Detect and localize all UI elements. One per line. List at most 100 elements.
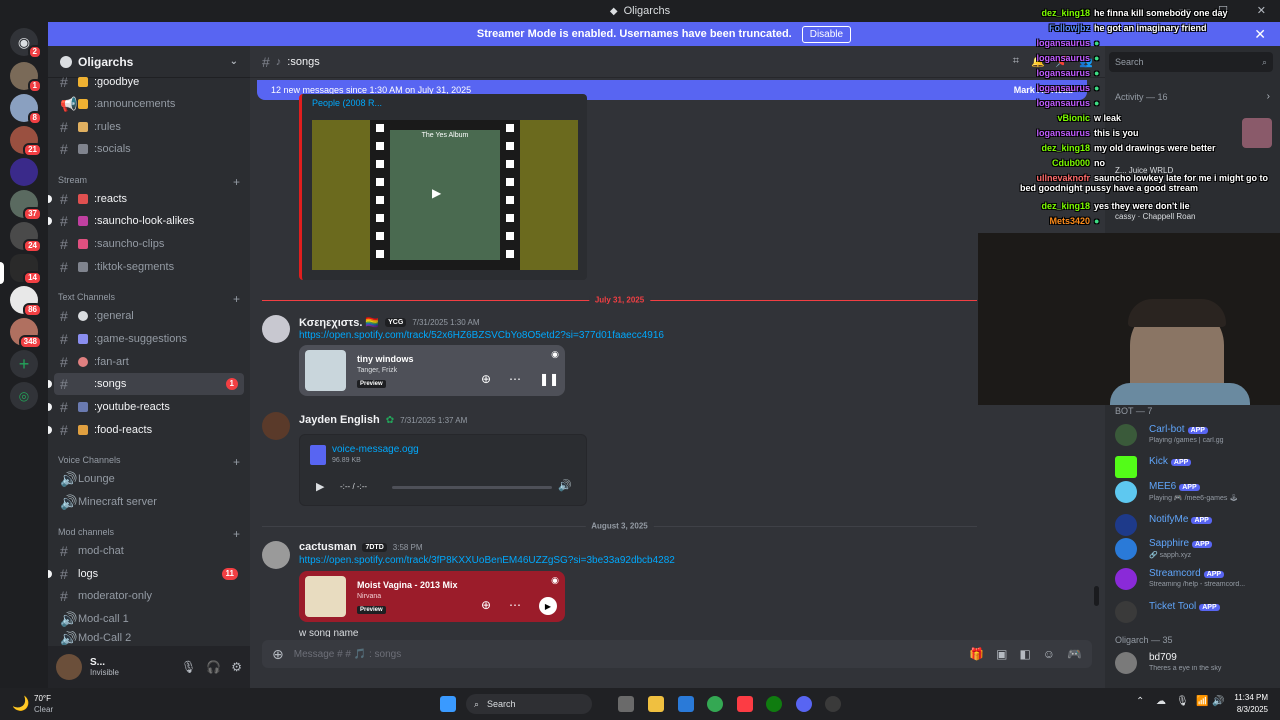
discover-icon[interactable]: ◎ — [10, 382, 38, 410]
voice-channel-minecraft[interactable]: 🔊 Minecraft server — [54, 491, 244, 513]
server-icon[interactable]: 8 — [10, 94, 42, 125]
microphone-icon[interactable]: 🎙 — [181, 660, 196, 674]
avatar[interactable] — [262, 412, 290, 440]
close-banner-icon[interactable]: ✕ — [1254, 26, 1266, 43]
tray-chevron-icon[interactable]: ⌃ — [1136, 696, 1144, 707]
avatar[interactable] — [262, 541, 290, 569]
add-server-icon[interactable]: + — [10, 350, 38, 378]
taskbar-search[interactable]: ⌕ Search — [466, 694, 592, 714]
channel-sauncho-look-alikes[interactable]: #:sauncho-look-alikes — [48, 210, 244, 232]
channel-mod-chat[interactable]: # mod-chat — [54, 540, 244, 562]
discord-home-icon[interactable]: ◉ 2 — [10, 28, 42, 59]
chrome-icon[interactable] — [707, 696, 723, 712]
member-carl-bot[interactable]: Carl-bot APP Playing /games | carl.gg — [1115, 422, 1275, 450]
category-stream[interactable]: Stream + — [58, 175, 240, 189]
sticker-icon[interactable]: ◧ — [1019, 647, 1030, 661]
cloud-icon[interactable]: ☁ — [1156, 696, 1166, 707]
member-mee6[interactable]: MEE6 APP Playing 🎮 /mee6-games 🕹 — [1115, 479, 1275, 507]
maximize-icon[interactable]: ☐ — [1218, 4, 1228, 17]
track-artist[interactable]: Nirvana — [357, 593, 381, 600]
track-title[interactable]: Moist Vagina - 2013 Mix — [357, 580, 458, 590]
voice-channel-mod-call-2[interactable]: 🔊 Mod-Call 2 — [54, 631, 244, 645]
mark-as-read-button[interactable]: Mark As Read — [1014, 85, 1073, 95]
clock-date[interactable]: 8/3/2025 — [1232, 705, 1268, 714]
chevron-down-icon[interactable]: ⌄ — [230, 56, 238, 67]
activity-header[interactable]: Activity — 16 — [1115, 92, 1168, 102]
channel-food-reacts[interactable]: #:food-reacts — [48, 419, 244, 441]
music-app-icon[interactable] — [737, 696, 753, 712]
gear-icon[interactable]: ⚙ — [231, 660, 242, 674]
avatar[interactable] — [262, 315, 290, 343]
emoji-icon[interactable]: ☺ — [1043, 647, 1055, 661]
play-icon[interactable]: ▶ — [316, 480, 324, 493]
server-icon[interactable]: 348 — [10, 318, 42, 349]
embed-title[interactable]: People (2008 R... — [312, 98, 382, 108]
track-title[interactable]: tiny windows — [357, 354, 414, 364]
channel-songs[interactable]: #:songs 1 — [48, 373, 244, 395]
channel-tiktok-segments[interactable]: #:tiktok-segments — [54, 256, 244, 278]
avatar[interactable] — [56, 654, 82, 680]
windows-start-icon[interactable] — [440, 696, 456, 712]
gif-icon[interactable]: ▣ — [996, 647, 1007, 661]
members-icon[interactable]: 👥 — [1079, 55, 1093, 68]
audio-progress[interactable] — [392, 486, 552, 489]
activity-thumbnail[interactable] — [1242, 118, 1272, 148]
search-input[interactable]: Search ⌕ — [1109, 52, 1273, 72]
pause-icon[interactable]: ❚❚ — [539, 372, 559, 386]
add-channel-icon[interactable]: + — [233, 175, 240, 189]
add-attachment-icon[interactable]: ⊕ — [272, 646, 284, 663]
channel-announcements[interactable]: 📢:announcements — [54, 93, 244, 115]
activity-item[interactable]: Z... Juice WRLD — [1115, 166, 1173, 175]
add-icon[interactable]: ⊕ — [481, 372, 491, 386]
server-icon[interactable]: 21 — [10, 126, 42, 157]
file-explorer-icon[interactable] — [648, 696, 664, 712]
category-mod-channels[interactable]: Mod channels + — [58, 527, 240, 541]
volume-icon[interactable]: 🔊 — [1212, 696, 1224, 707]
add-icon[interactable]: ⊕ — [481, 598, 491, 612]
channel-fan-art[interactable]: #:fan-art — [54, 351, 244, 373]
clock-time[interactable]: 11:34 PM — [1232, 693, 1268, 702]
message-author[interactable]: cactusman — [299, 541, 356, 553]
member-ticket-tool[interactable]: Ticket Tool APP — [1115, 599, 1275, 627]
channel-youtube-reacts[interactable]: #:youtube-reacts — [48, 396, 244, 418]
close-window-icon[interactable]: ✕ — [1257, 4, 1266, 17]
task-view-icon[interactable] — [618, 696, 634, 712]
category-voice-channels[interactable]: Voice Channels + — [58, 455, 240, 469]
gift-icon[interactable]: 🎁 — [969, 647, 984, 661]
member-streamcord[interactable]: Streamcord APP Streaming /help - streamcor… — [1115, 566, 1275, 594]
voice-channel-mod-call-1[interactable]: 🔊 Mod-call 1 — [54, 608, 244, 630]
member-bd709[interactable]: bd709 Theres a eye in the sky — [1115, 650, 1275, 678]
scrollbar[interactable] — [1094, 586, 1099, 606]
category-text-channels[interactable]: Text Channels + — [58, 292, 240, 306]
channel-rules[interactable]: #:rules — [54, 116, 244, 138]
channel-reacts[interactable]: #:reacts — [48, 188, 244, 210]
pin-icon[interactable]: 📌 — [1055, 55, 1069, 68]
message-author[interactable]: Jayden English — [299, 414, 380, 426]
headphones-icon[interactable]: 🎧 — [206, 660, 221, 674]
spotify-link[interactable]: https://open.spotify.com/track/52x6HZ6BZ… — [299, 330, 664, 341]
xbox-icon[interactable] — [766, 696, 782, 712]
activity-item[interactable]: cassy · Chappell Roan — [1115, 212, 1196, 221]
spotify-link[interactable]: https://open.spotify.com/track/3fP8KXXUo… — [299, 555, 675, 566]
member-kick[interactable]: Kick APP — [1115, 454, 1275, 482]
microphone-icon[interactable]: 🎙 — [1176, 696, 1189, 707]
file-name[interactable]: voice-message.ogg — [332, 444, 419, 455]
channel-logs[interactable]: # logs 11 — [48, 563, 244, 585]
channel-goodbye[interactable]: #:goodbye — [54, 71, 244, 93]
obs-icon[interactable] — [825, 696, 841, 712]
album-art[interactable]: The Yes Album ▶ — [312, 120, 578, 270]
member-sapphire[interactable]: Sapphire APP 🔗 sapph.xyz — [1115, 536, 1275, 564]
message-author[interactable]: Κσεηεχιστs. 🏳️‍🌈 — [299, 316, 379, 329]
channel-moderator-only[interactable]: # moderator-only — [54, 585, 244, 607]
volume-icon[interactable]: 🔊 — [558, 479, 572, 492]
weather-icon[interactable]: 🌙 — [12, 695, 29, 712]
server-icon[interactable]: 86 — [10, 286, 42, 317]
channel-general[interactable]: #:general — [54, 305, 244, 327]
server-icon[interactable]: 24 — [10, 222, 42, 253]
server-icon[interactable] — [10, 158, 38, 186]
discord-taskbar-icon[interactable] — [796, 696, 812, 712]
add-channel-icon[interactable]: + — [233, 455, 240, 469]
chevron-right-icon[interactable]: › — [1267, 91, 1270, 102]
channel-sauncho-clips[interactable]: #:sauncho-clips — [54, 233, 244, 255]
voice-channel-lounge[interactable]: 🔊 Lounge — [54, 468, 244, 490]
